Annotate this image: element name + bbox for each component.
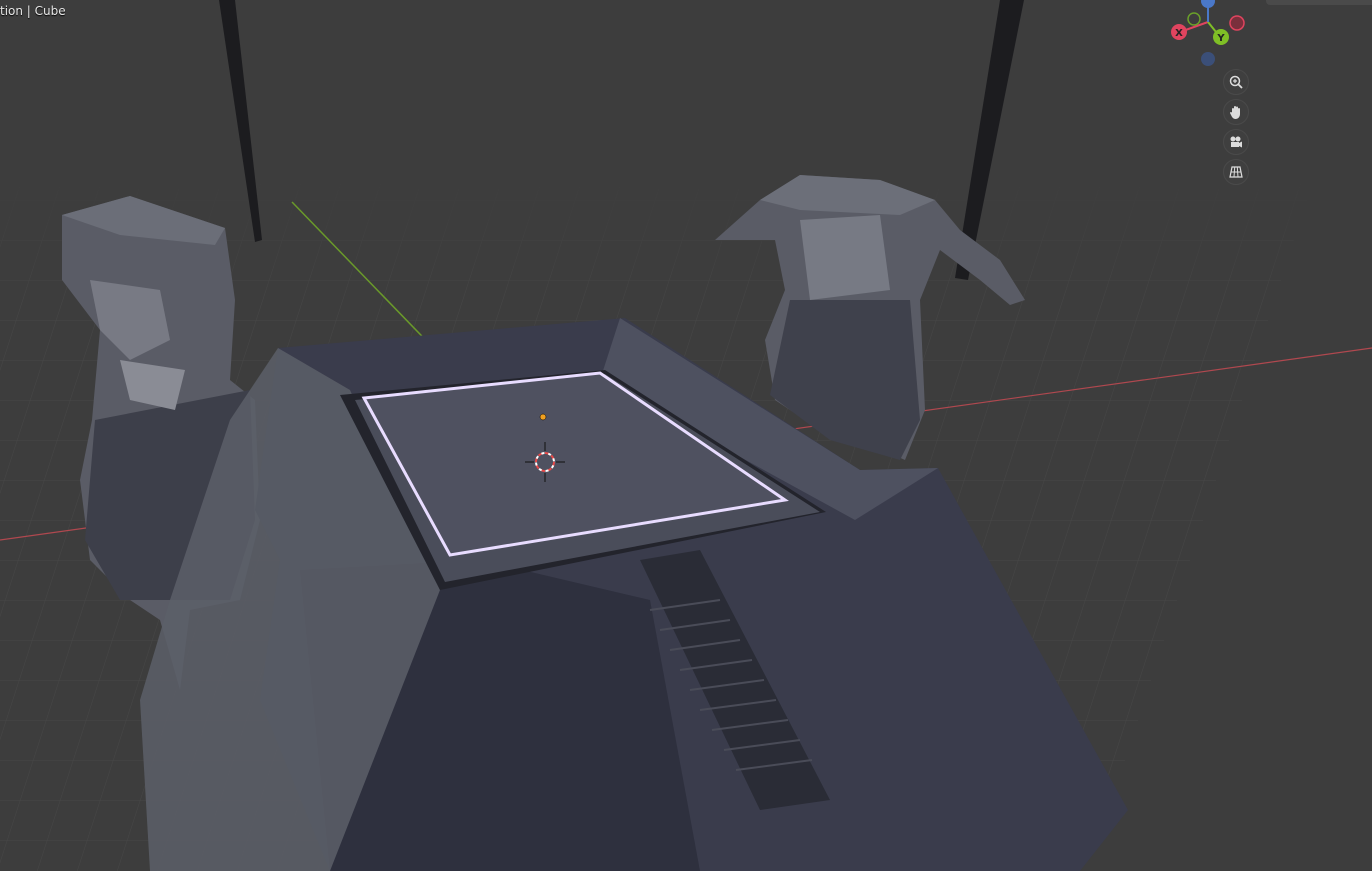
zoom-icon [1229, 75, 1243, 89]
header-tab-edge[interactable] [1266, 0, 1372, 5]
pan-button[interactable] [1223, 99, 1249, 125]
camera-icon [1230, 136, 1242, 148]
gizmo-y-negative [1187, 12, 1201, 26]
grid-icon [1229, 166, 1243, 178]
hand-icon [1230, 106, 1240, 119]
gizmo-z-negative [1201, 52, 1215, 66]
object-origin [539, 413, 547, 421]
navigation-gizmo[interactable]: X Y [1171, 0, 1245, 66]
3d-viewport[interactable]: X Y [0, 0, 1372, 871]
gizmo-y-label: Y [1216, 33, 1225, 44]
gizmo-z-positive [1201, 0, 1215, 8]
gizmo-x-negative [1229, 15, 1245, 31]
perspective-toggle-button[interactable] [1223, 159, 1249, 185]
camera-view-button[interactable] [1223, 129, 1249, 155]
zoom-button[interactable] [1223, 69, 1249, 95]
viewport-info-text: tion | Cube [0, 4, 66, 18]
gizmo-x-label: X [1175, 28, 1183, 39]
